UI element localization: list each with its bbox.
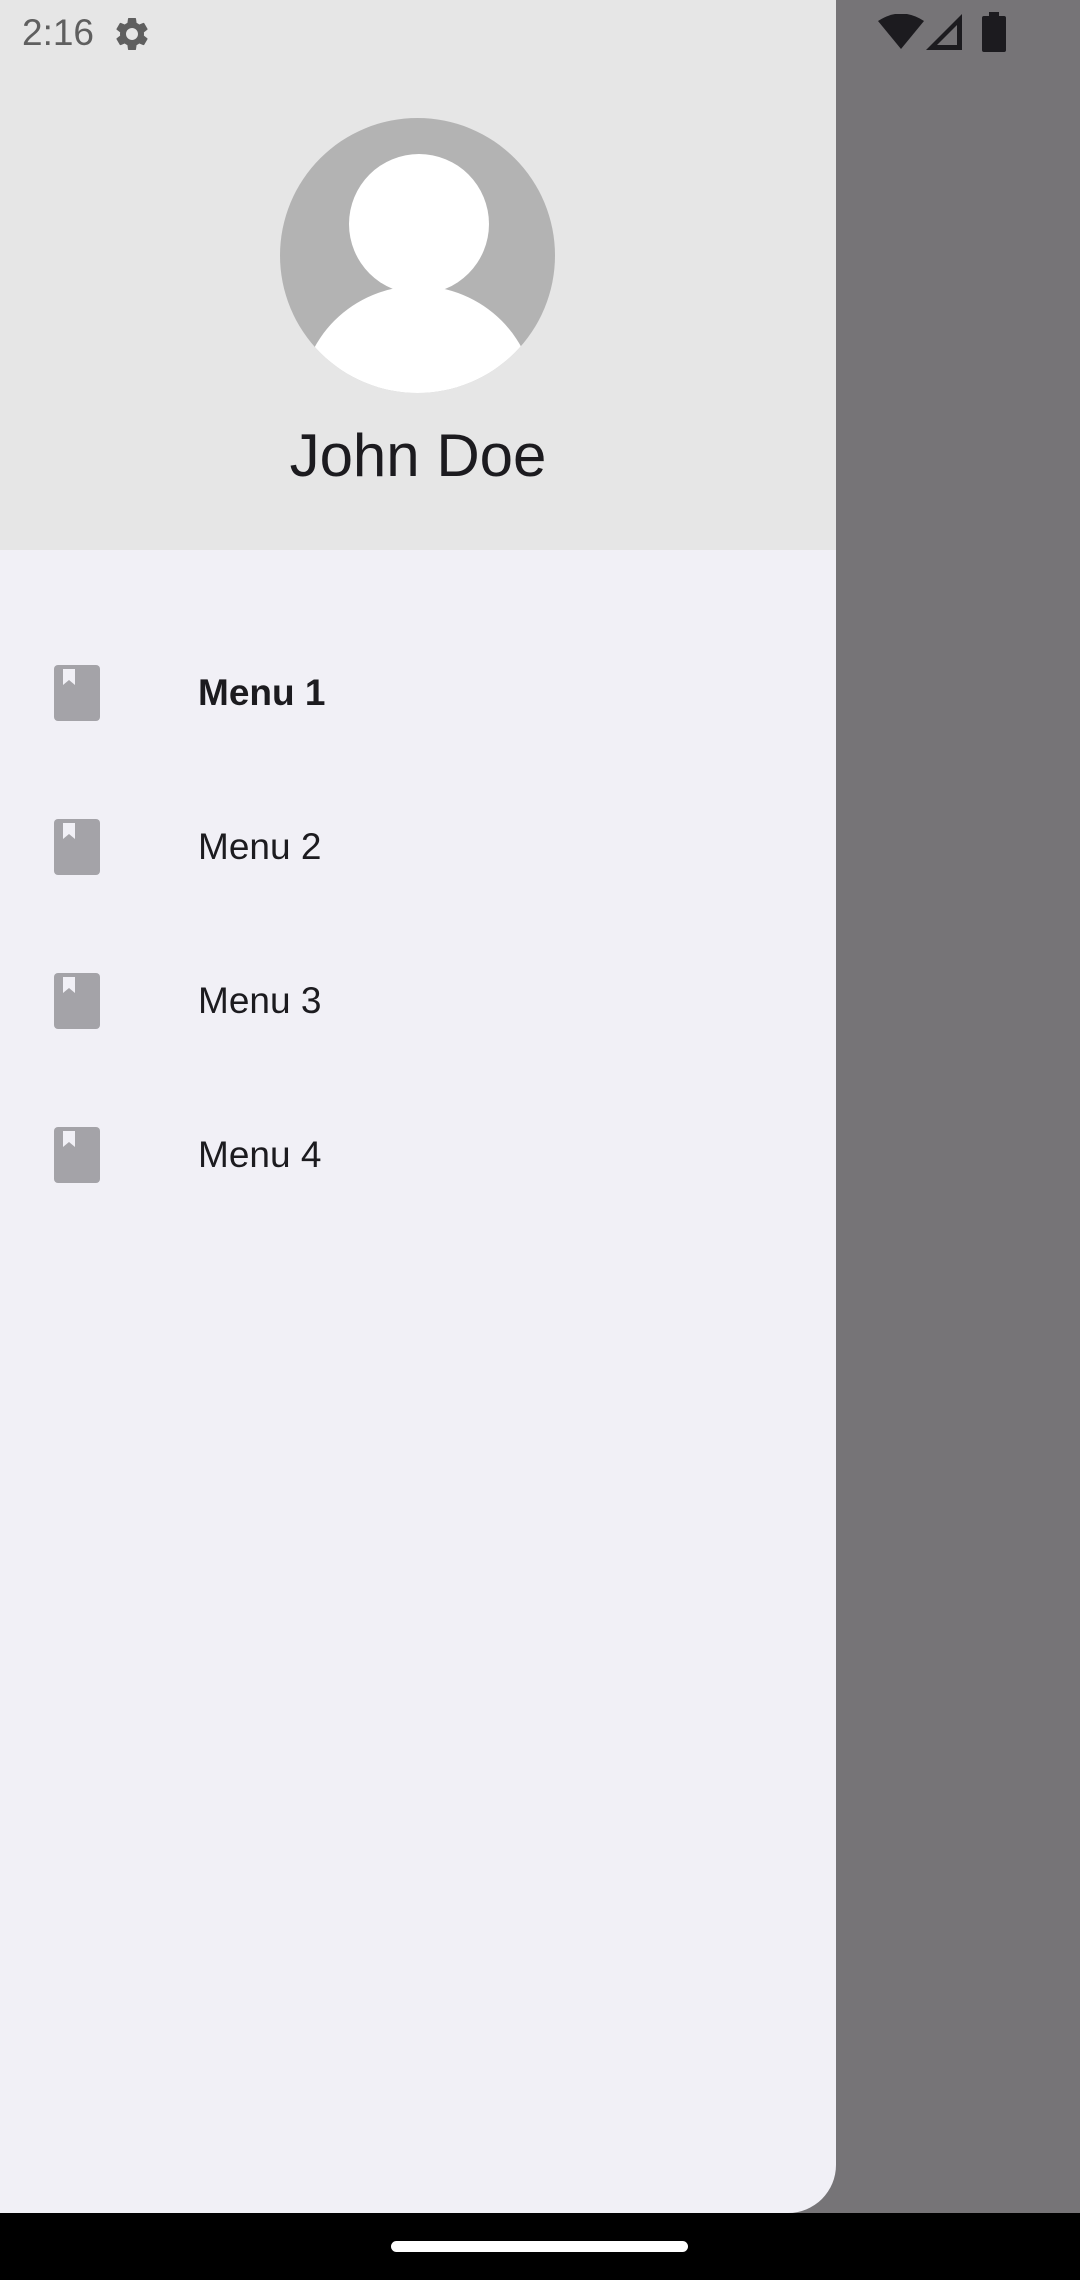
gear-icon [116,17,148,50]
drawer-item-label: Menu 2 [198,826,322,867]
drawer-item-label: Menu 3 [198,980,322,1021]
book-icon [54,973,100,1029]
drawer-item-menu-4[interactable]: Menu 4 [0,1077,836,1231]
drawer-item-menu-3[interactable]: Menu 3 [0,923,836,1077]
battery-icon [982,12,1006,52]
drawer-item-label: Menu 1 [198,672,326,713]
drawer-menu-list: Menu 1 Menu 2 Menu 3 Menu 4 [0,615,836,1231]
cellular-signal-icon [926,14,962,50]
navigation-drawer: John Doe Menu 1 Menu 2 Menu 3 Menu 4 [0,0,836,2213]
drawer-header: John Doe [0,0,836,550]
status-bar: 2:16 [0,0,1080,66]
home-gesture-handle[interactable] [391,2241,688,2252]
user-name: John Doe [289,422,547,489]
wifi-icon [878,14,924,49]
avatar-body [300,286,536,393]
book-icon [54,1127,100,1183]
system-navigation-bar [0,2213,1080,2280]
book-icon [54,665,100,721]
drawer-item-menu-2[interactable]: Menu 2 [0,769,836,923]
drawer-item-menu-1[interactable]: Menu 1 [0,615,836,769]
avatar-placeholder-icon [280,118,555,393]
drawer-item-label: Menu 4 [198,1134,322,1175]
status-time: 2:16 [22,12,95,53]
book-icon [54,819,100,875]
avatar-head [349,154,489,294]
